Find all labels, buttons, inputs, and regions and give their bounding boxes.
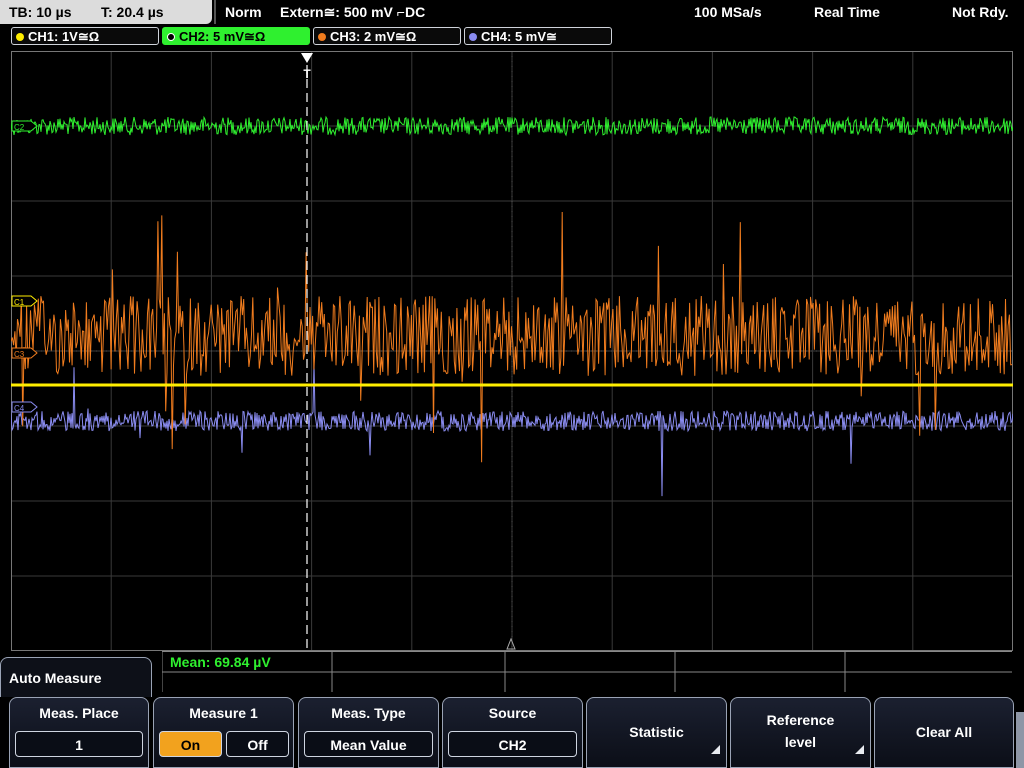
reference-title-line2: level <box>784 734 817 750</box>
submenu-arrow-icon <box>711 745 720 754</box>
statistic-softkey[interactable]: Statistic <box>586 697 727 768</box>
ch3-dot-icon <box>318 33 326 41</box>
channel-label: CH4: 5 mV≅ <box>481 29 557 44</box>
channel-tab-ch2[interactable]: CH2: 5 mV≅Ω <box>162 27 310 45</box>
submenu-arrow-icon <box>855 745 864 754</box>
divider <box>214 0 216 24</box>
measurement-table <box>162 651 1012 692</box>
ch1-offset-marker[interactable]: C1 <box>11 295 38 307</box>
clear-all-title: Clear All <box>915 724 973 740</box>
meas-place-softkey[interactable]: Meas. Place 1 <box>9 697 149 768</box>
measure1-off-button[interactable]: Off <box>226 731 289 757</box>
ch2-dot-icon <box>167 33 175 41</box>
trigger-time-readout: T: 20.4 µs <box>101 4 164 20</box>
ch2-offset-marker[interactable]: C2 <box>11 120 38 132</box>
ch3-offset-marker[interactable]: C3 <box>11 347 38 359</box>
svg-text:C2: C2 <box>14 123 25 132</box>
acquisition-mode: Real Time <box>814 4 880 20</box>
menu-scrollbar[interactable] <box>1016 712 1024 768</box>
reference-title-line1: Reference <box>766 712 835 728</box>
status-bar: TB: 10 µs T: 20.4 µs Norm Extern≅: 500 m… <box>0 0 1024 26</box>
meas-type-title: Meas. Type <box>331 705 406 721</box>
trigger-marker-label: T <box>303 67 311 81</box>
center-marker-icon <box>506 637 516 650</box>
source-value[interactable]: CH2 <box>448 731 577 757</box>
channel-tab-ch1[interactable]: CH1: 1V≅Ω <box>11 27 159 45</box>
acquisition-state: Not Rdy. <box>952 4 1009 20</box>
timebase-readout: TB: 10 µs <box>9 4 72 20</box>
svg-text:C3: C3 <box>14 350 25 359</box>
measure1-title: Measure 1 <box>189 705 258 721</box>
measurement-result: Mean: 69.84 µV <box>170 654 271 670</box>
source-title: Source <box>488 705 537 721</box>
meas-place-value[interactable]: 1 <box>15 731 143 757</box>
ch1-dot-icon <box>16 33 24 41</box>
menu-title: Auto Measure <box>9 670 102 686</box>
channel-label: CH3: 2 mV≅Ω <box>330 29 417 44</box>
channel-tab-ch4[interactable]: CH4: 5 mV≅ <box>464 27 612 45</box>
svg-text:C1: C1 <box>14 298 25 307</box>
reference-level-softkey[interactable]: Reference level <box>730 697 871 768</box>
clear-all-softkey[interactable]: Clear All <box>874 697 1014 768</box>
meas-place-title: Meas. Place <box>39 705 119 721</box>
sample-rate: 100 MSa/s <box>694 4 762 20</box>
channel-label: CH2: 5 mV≅Ω <box>179 29 266 44</box>
meas-type-softkey[interactable]: Meas. Type Mean Value <box>298 697 439 768</box>
channel-tab-ch3[interactable]: CH3: 2 mV≅Ω <box>313 27 461 45</box>
source-softkey[interactable]: Source CH2 <box>442 697 583 768</box>
measure1-softkey[interactable]: Measure 1 On Off <box>153 697 294 768</box>
channel-label: CH1: 1V≅Ω <box>28 29 100 44</box>
trigger-mode[interactable]: Norm <box>225 4 262 20</box>
statistic-title: Statistic <box>629 724 684 740</box>
waveform-display[interactable]: T C2 C1 C3 C4 <box>11 51 1013 651</box>
meas-type-value[interactable]: Mean Value <box>304 731 433 757</box>
trigger-source[interactable]: Extern≅: 500 mV ⌐DC <box>280 4 425 21</box>
measure1-on-button[interactable]: On <box>159 731 222 757</box>
ch4-offset-marker[interactable]: C4 <box>11 401 38 413</box>
svg-text:C4: C4 <box>14 404 25 413</box>
ch4-dot-icon <box>469 33 477 41</box>
timebase-box[interactable]: TB: 10 µs T: 20.4 µs <box>0 0 212 24</box>
